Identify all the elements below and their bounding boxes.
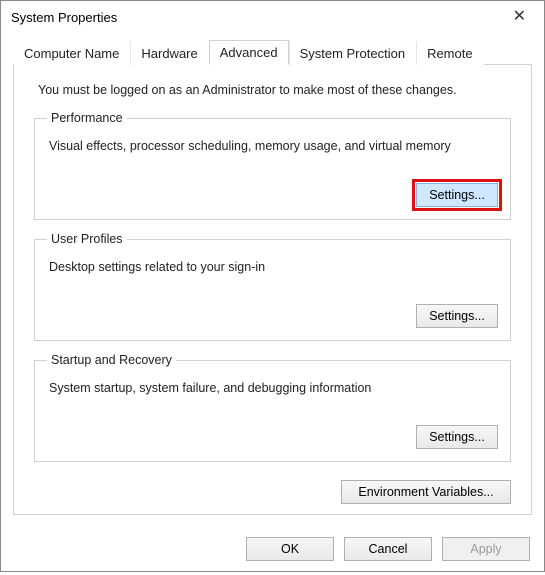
ok-button[interactable]: OK: [246, 537, 334, 561]
tab-remote[interactable]: Remote: [416, 41, 484, 65]
apply-button[interactable]: Apply: [442, 537, 530, 561]
group-performance-legend: Performance: [47, 111, 127, 125]
user-profiles-button-row: Settings...: [47, 304, 498, 328]
group-startup-recovery: Startup and Recovery System startup, sys…: [34, 353, 511, 462]
tab-hardware[interactable]: Hardware: [130, 41, 208, 65]
startup-recovery-settings-button[interactable]: Settings...: [416, 425, 498, 449]
tab-advanced[interactable]: Advanced: [209, 40, 289, 65]
tab-strip: Computer Name Hardware Advanced System P…: [13, 39, 532, 65]
performance-button-row: Settings...: [47, 183, 498, 207]
env-vars-row: Environment Variables...: [34, 480, 511, 504]
system-properties-window: System Properties ✕ Computer Name Hardwa…: [0, 0, 545, 572]
group-startup-recovery-legend: Startup and Recovery: [47, 353, 176, 367]
group-user-profiles-legend: User Profiles: [47, 232, 127, 246]
close-icon[interactable]: ✕: [505, 7, 534, 27]
group-performance: Performance Visual effects, processor sc…: [34, 111, 511, 220]
user-profiles-desc: Desktop settings related to your sign-in: [49, 260, 498, 274]
user-profiles-settings-button[interactable]: Settings...: [416, 304, 498, 328]
admin-notice: You must be logged on as an Administrato…: [38, 83, 507, 97]
tab-system-protection[interactable]: System Protection: [289, 41, 417, 65]
performance-desc: Visual effects, processor scheduling, me…: [49, 139, 498, 153]
dialog-footer: OK Cancel Apply: [1, 527, 544, 575]
performance-settings-button[interactable]: Settings...: [416, 183, 498, 207]
startup-recovery-button-row: Settings...: [47, 425, 498, 449]
window-title: System Properties: [11, 10, 117, 25]
tab-computer-name[interactable]: Computer Name: [13, 41, 130, 65]
titlebar: System Properties ✕: [1, 1, 544, 33]
environment-variables-button[interactable]: Environment Variables...: [341, 480, 511, 504]
startup-recovery-desc: System startup, system failure, and debu…: [49, 381, 498, 395]
tab-content-advanced: You must be logged on as an Administrato…: [13, 65, 532, 515]
group-user-profiles: User Profiles Desktop settings related t…: [34, 232, 511, 341]
cancel-button[interactable]: Cancel: [344, 537, 432, 561]
